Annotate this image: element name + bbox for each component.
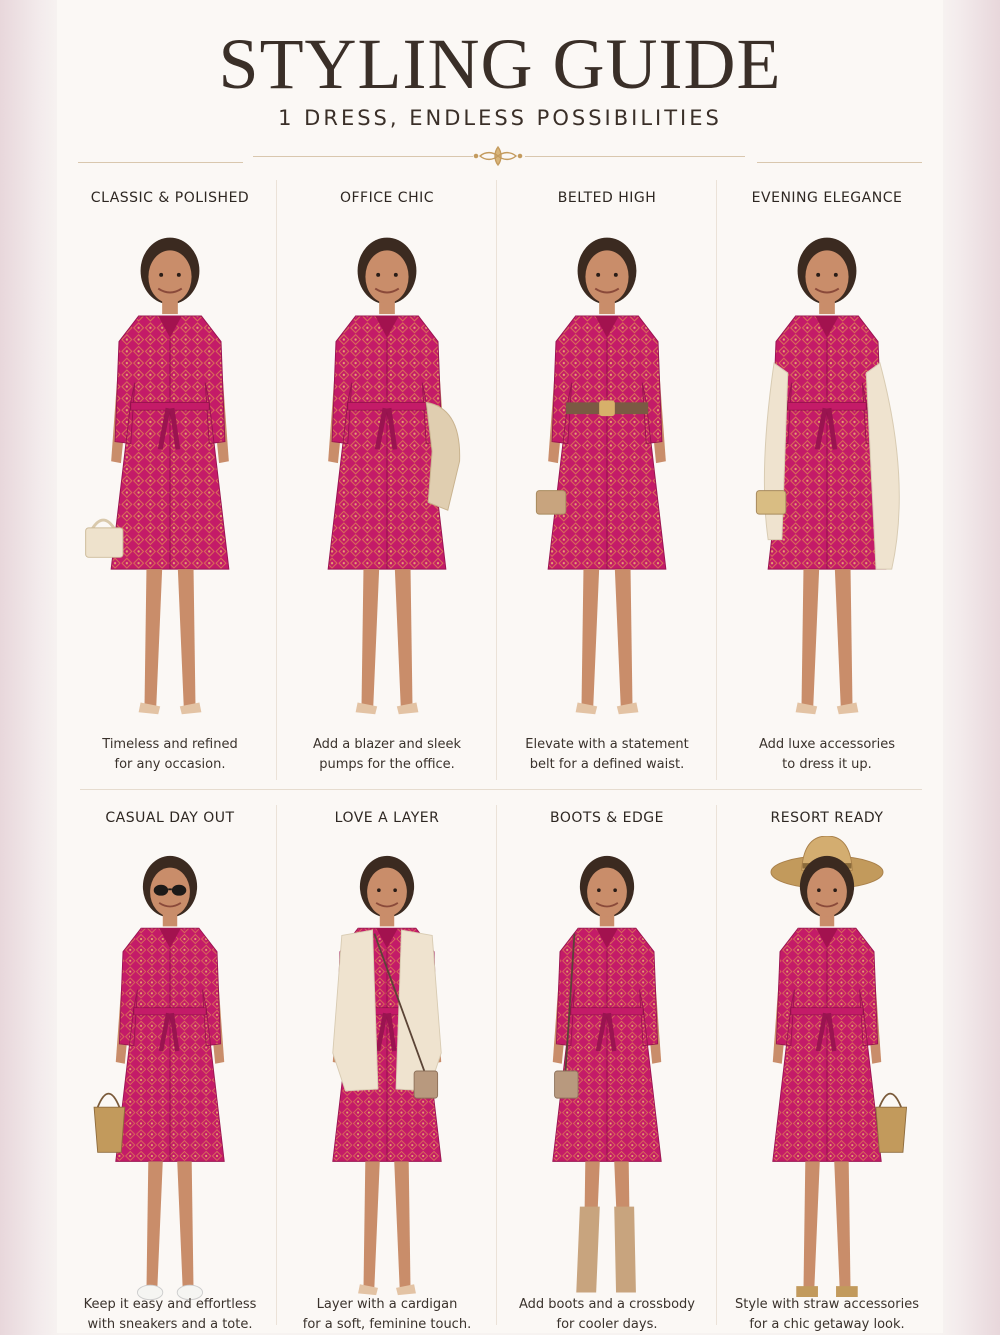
outfit-illustration	[60, 216, 280, 726]
clutch-icon	[755, 490, 787, 515]
look-caption: Layer with a cardigan for a soft, feminin…	[277, 1295, 497, 1335]
caption-line: for cooler days.	[556, 1317, 658, 1332]
caption-line: Elevate with a statement	[525, 737, 689, 752]
look-title: OFFICE CHIC	[339, 190, 435, 206]
look-caption: Add boots and a crossbody for cooler days…	[497, 1295, 717, 1335]
outfit-illustration	[277, 836, 497, 1306]
straw-tote-icon	[875, 1092, 908, 1153]
caption-line: for a chic getaway look.	[749, 1317, 905, 1332]
caption-line: belt for a defined waist.	[529, 757, 685, 772]
look-title: RESORT READY	[770, 810, 884, 826]
outfit-illustration	[60, 836, 280, 1306]
outfit-illustration	[277, 216, 497, 726]
heels-icon	[358, 1284, 416, 1296]
blazer-icon	[425, 401, 461, 511]
caption-line: Style with straw accessories	[735, 1297, 919, 1312]
caption-line: Add luxe accessories	[758, 737, 896, 752]
heels-icon	[795, 702, 859, 715]
look-title: CLASSIC & POLISHED	[90, 190, 250, 206]
look-title: CASUAL DAY OUT	[105, 810, 235, 826]
caption-line: Keep it easy and effortless	[83, 1297, 257, 1312]
caption-line: to dress it up.	[782, 757, 872, 772]
look-title: BOOTS & EDGE	[550, 810, 664, 826]
looks-grid: CLASSIC & POLISHED Timeless and refined f…	[0, 0, 1000, 1333]
straw-tote-icon	[93, 1092, 126, 1153]
look-caption: Elevate with a statement belt for a defin…	[497, 735, 717, 775]
outfit-illustration	[717, 836, 937, 1306]
look-title: BELTED HIGH	[557, 190, 657, 206]
caption-line: with sneakers and a tote.	[87, 1317, 253, 1332]
heels-icon	[575, 702, 639, 715]
outfit-illustration	[717, 216, 937, 726]
heels-icon	[355, 702, 419, 715]
look-caption: Add a blazer and sleek pumps for the offi…	[277, 735, 497, 775]
look-title: EVENING ELEGANCE	[751, 190, 903, 206]
caption-line: for any occasion.	[114, 757, 226, 772]
look-caption: Keep it easy and effortless with sneakers…	[60, 1295, 280, 1335]
caption-line: Add boots and a crossbody	[518, 1297, 695, 1312]
look-caption: Add luxe accessories to dress it up.	[717, 735, 937, 775]
outfit-illustration	[497, 836, 717, 1306]
clutch-icon	[535, 490, 567, 515]
outfit-illustration	[497, 216, 717, 726]
caption-line: Layer with a cardigan	[316, 1297, 458, 1312]
look-title: LOVE A LAYER	[334, 810, 440, 826]
look-caption: Style with straw accessories for a chic g…	[717, 1295, 937, 1335]
heels-icon	[138, 702, 202, 715]
caption-line: Timeless and refined	[102, 737, 238, 752]
knee-boots-icon	[576, 1206, 636, 1293]
caption-line: for a soft, feminine touch.	[302, 1317, 472, 1332]
caption-line: pumps for the office.	[319, 757, 455, 772]
caption-line: Add a blazer and sleek	[312, 737, 462, 752]
look-caption: Timeless and refined for any occasion.	[60, 735, 280, 775]
